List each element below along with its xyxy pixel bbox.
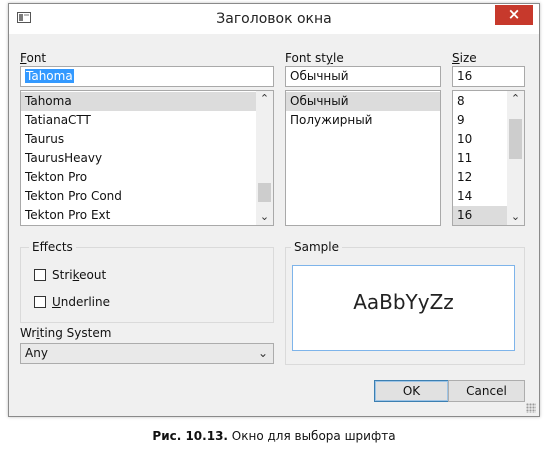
font-list[interactable]: Tahoma TatianaCTT Taurus TaurusHeavy Tekton …	[20, 90, 274, 226]
strikeout-checkbox[interactable]	[34, 269, 46, 281]
font-label: Font	[20, 51, 47, 65]
size-input[interactable]: 16	[452, 66, 525, 87]
figure-caption: Рис. 10.13. Окно для выбора шрифта	[152, 429, 396, 443]
list-item[interactable]: Tekton Pro Cond	[21, 187, 273, 206]
cancel-button[interactable]: Cancel	[448, 380, 525, 402]
writing-system-label: Writing System	[20, 326, 112, 340]
title-bar: Заголовок окна ×	[9, 4, 539, 34]
size-list[interactable]: 8 9 10 11 12 14 16 ⌃ ⌄	[452, 90, 525, 226]
underline-label[interactable]: Underline	[52, 295, 110, 309]
font-style-list[interactable]: Обычный Полужирный	[285, 90, 441, 226]
ok-button[interactable]: OK	[374, 380, 449, 402]
window-title: Заголовок окна	[216, 11, 332, 27]
sample-title: Sample	[291, 240, 342, 254]
scroll-down-arrow-icon[interactable]: ⌄	[256, 209, 273, 225]
size-label: Size	[452, 51, 477, 65]
list-item[interactable]: Tekton Pro	[21, 168, 273, 187]
chevron-down-icon: ⌄	[257, 346, 268, 360]
close-button[interactable]: ×	[495, 5, 533, 25]
size-list-scrollbar[interactable]: ⌃ ⌄	[507, 91, 524, 225]
list-item[interactable]: Taurus	[21, 130, 273, 149]
scroll-up-arrow-icon[interactable]: ⌃	[507, 91, 524, 107]
font-name-input[interactable]: Tahoma	[20, 66, 274, 87]
writing-system-select[interactable]: Any ⌄	[20, 343, 274, 364]
resize-grip-icon[interactable]	[526, 403, 536, 413]
strikeout-label[interactable]: Strikeout	[52, 268, 106, 282]
list-item[interactable]: Tahoma	[21, 92, 273, 111]
list-item[interactable]: TatianaCTT	[21, 111, 273, 130]
font-style-label: Font style	[285, 51, 344, 65]
font-dialog-window: Заголовок окна × Font Tahoma Tahoma Tatia…	[8, 3, 540, 417]
scroll-down-arrow-icon[interactable]: ⌄	[507, 209, 524, 225]
sample-preview: AaBbYyZz	[292, 265, 515, 351]
effects-title: Effects	[29, 240, 76, 254]
scrollbar-thumb[interactable]	[258, 183, 271, 202]
font-name-value: Tahoma	[25, 69, 74, 83]
font-style-input[interactable]: Обычный	[285, 66, 441, 87]
list-item[interactable]: Tekton Pro Ext	[21, 206, 273, 225]
list-item[interactable]: Обычный	[286, 92, 440, 111]
scrollbar-thumb[interactable]	[509, 119, 522, 159]
font-list-scrollbar[interactable]: ⌃ ⌄	[256, 91, 273, 225]
sample-text: AaBbYyZz	[353, 290, 454, 314]
scroll-up-arrow-icon[interactable]: ⌃	[256, 91, 273, 107]
writing-system-value: Any	[25, 346, 48, 360]
list-item[interactable]: TaurusHeavy	[21, 149, 273, 168]
effects-group	[20, 247, 274, 323]
list-item[interactable]: Полужирный	[286, 111, 440, 130]
underline-checkbox[interactable]	[34, 296, 46, 308]
